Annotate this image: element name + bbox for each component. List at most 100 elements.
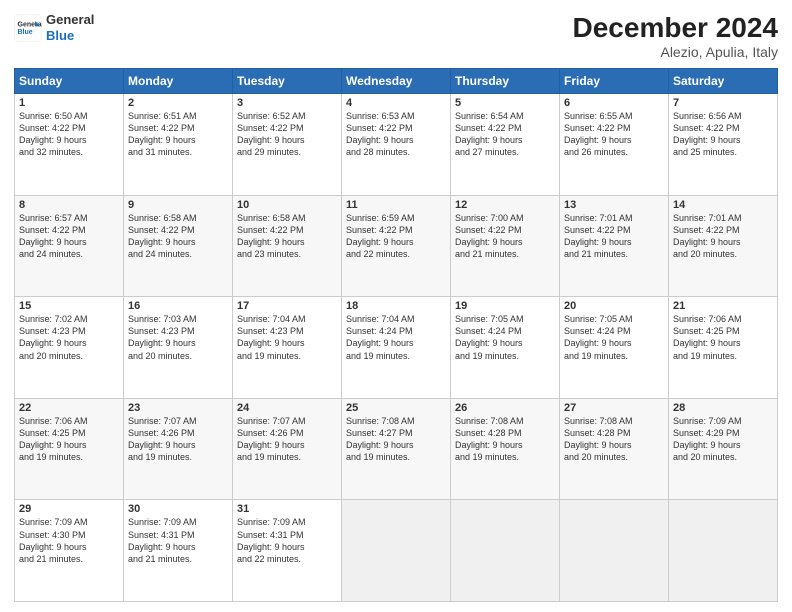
day-info: Sunrise: 7:09 AM Sunset: 4:31 PM Dayligh… [128, 516, 228, 565]
day-info: Sunrise: 7:08 AM Sunset: 4:28 PM Dayligh… [564, 415, 664, 464]
day-info: Sunrise: 7:06 AM Sunset: 4:25 PM Dayligh… [19, 415, 119, 464]
table-row: 9Sunrise: 6:58 AM Sunset: 4:22 PM Daylig… [124, 195, 233, 297]
table-row: 13Sunrise: 7:01 AM Sunset: 4:22 PM Dayli… [560, 195, 669, 297]
table-row: 19Sunrise: 7:05 AM Sunset: 4:24 PM Dayli… [451, 297, 560, 399]
day-info: Sunrise: 6:57 AM Sunset: 4:22 PM Dayligh… [19, 212, 119, 261]
col-monday: Monday [124, 69, 233, 94]
day-info: Sunrise: 7:09 AM Sunset: 4:29 PM Dayligh… [673, 415, 773, 464]
day-number: 2 [128, 97, 228, 109]
day-number: 11 [346, 199, 446, 211]
day-info: Sunrise: 7:06 AM Sunset: 4:25 PM Dayligh… [673, 313, 773, 362]
day-number: 17 [237, 300, 337, 312]
day-number: 30 [128, 503, 228, 515]
table-row: 14Sunrise: 7:01 AM Sunset: 4:22 PM Dayli… [669, 195, 778, 297]
col-wednesday: Wednesday [342, 69, 451, 94]
table-row: 6Sunrise: 6:55 AM Sunset: 4:22 PM Daylig… [560, 94, 669, 196]
day-number: 27 [564, 402, 664, 414]
table-row [560, 500, 669, 602]
day-info: Sunrise: 6:58 AM Sunset: 4:22 PM Dayligh… [128, 212, 228, 261]
table-row: 16Sunrise: 7:03 AM Sunset: 4:23 PM Dayli… [124, 297, 233, 399]
day-number: 25 [346, 402, 446, 414]
logo-general: General [46, 12, 94, 28]
day-number: 9 [128, 199, 228, 211]
table-row: 28Sunrise: 7:09 AM Sunset: 4:29 PM Dayli… [669, 398, 778, 500]
table-row: 26Sunrise: 7:08 AM Sunset: 4:28 PM Dayli… [451, 398, 560, 500]
subtitle: Alezio, Apulia, Italy [573, 44, 778, 60]
day-number: 8 [19, 199, 119, 211]
day-info: Sunrise: 6:58 AM Sunset: 4:22 PM Dayligh… [237, 212, 337, 261]
day-info: Sunrise: 7:04 AM Sunset: 4:24 PM Dayligh… [346, 313, 446, 362]
day-number: 21 [673, 300, 773, 312]
day-info: Sunrise: 7:09 AM Sunset: 4:30 PM Dayligh… [19, 516, 119, 565]
table-row: 22Sunrise: 7:06 AM Sunset: 4:25 PM Dayli… [15, 398, 124, 500]
table-row: 24Sunrise: 7:07 AM Sunset: 4:26 PM Dayli… [233, 398, 342, 500]
table-row: 21Sunrise: 7:06 AM Sunset: 4:25 PM Dayli… [669, 297, 778, 399]
main-title: December 2024 [573, 12, 778, 44]
day-number: 19 [455, 300, 555, 312]
day-info: Sunrise: 6:51 AM Sunset: 4:22 PM Dayligh… [128, 110, 228, 159]
table-row: 3Sunrise: 6:52 AM Sunset: 4:22 PM Daylig… [233, 94, 342, 196]
day-number: 31 [237, 503, 337, 515]
day-info: Sunrise: 7:05 AM Sunset: 4:24 PM Dayligh… [455, 313, 555, 362]
day-number: 7 [673, 97, 773, 109]
table-row: 25Sunrise: 7:08 AM Sunset: 4:27 PM Dayli… [342, 398, 451, 500]
calendar-week-row: 1Sunrise: 6:50 AM Sunset: 4:22 PM Daylig… [15, 94, 778, 196]
day-info: Sunrise: 7:08 AM Sunset: 4:27 PM Dayligh… [346, 415, 446, 464]
table-row [669, 500, 778, 602]
col-sunday: Sunday [15, 69, 124, 94]
table-row: 27Sunrise: 7:08 AM Sunset: 4:28 PM Dayli… [560, 398, 669, 500]
day-info: Sunrise: 6:59 AM Sunset: 4:22 PM Dayligh… [346, 212, 446, 261]
header: General Blue General Blue December 2024 … [14, 12, 778, 60]
calendar-week-row: 22Sunrise: 7:06 AM Sunset: 4:25 PM Dayli… [15, 398, 778, 500]
table-row: 30Sunrise: 7:09 AM Sunset: 4:31 PM Dayli… [124, 500, 233, 602]
day-number: 3 [237, 97, 337, 109]
table-row: 17Sunrise: 7:04 AM Sunset: 4:23 PM Dayli… [233, 297, 342, 399]
table-row: 20Sunrise: 7:05 AM Sunset: 4:24 PM Dayli… [560, 297, 669, 399]
table-row: 23Sunrise: 7:07 AM Sunset: 4:26 PM Dayli… [124, 398, 233, 500]
page: General Blue General Blue December 2024 … [0, 0, 792, 612]
day-number: 26 [455, 402, 555, 414]
day-info: Sunrise: 6:56 AM Sunset: 4:22 PM Dayligh… [673, 110, 773, 159]
day-info: Sunrise: 7:04 AM Sunset: 4:23 PM Dayligh… [237, 313, 337, 362]
day-number: 12 [455, 199, 555, 211]
day-number: 23 [128, 402, 228, 414]
table-row [451, 500, 560, 602]
calendar-week-row: 29Sunrise: 7:09 AM Sunset: 4:30 PM Dayli… [15, 500, 778, 602]
table-row: 5Sunrise: 6:54 AM Sunset: 4:22 PM Daylig… [451, 94, 560, 196]
day-info: Sunrise: 6:53 AM Sunset: 4:22 PM Dayligh… [346, 110, 446, 159]
day-number: 29 [19, 503, 119, 515]
day-number: 24 [237, 402, 337, 414]
table-row: 4Sunrise: 6:53 AM Sunset: 4:22 PM Daylig… [342, 94, 451, 196]
day-number: 5 [455, 97, 555, 109]
table-row: 11Sunrise: 6:59 AM Sunset: 4:22 PM Dayli… [342, 195, 451, 297]
col-thursday: Thursday [451, 69, 560, 94]
day-info: Sunrise: 7:05 AM Sunset: 4:24 PM Dayligh… [564, 313, 664, 362]
table-row: 31Sunrise: 7:09 AM Sunset: 4:31 PM Dayli… [233, 500, 342, 602]
logo-icon: General Blue [14, 14, 42, 42]
calendar-week-row: 15Sunrise: 7:02 AM Sunset: 4:23 PM Dayli… [15, 297, 778, 399]
table-row: 15Sunrise: 7:02 AM Sunset: 4:23 PM Dayli… [15, 297, 124, 399]
day-info: Sunrise: 6:55 AM Sunset: 4:22 PM Dayligh… [564, 110, 664, 159]
day-number: 4 [346, 97, 446, 109]
table-row: 10Sunrise: 6:58 AM Sunset: 4:22 PM Dayli… [233, 195, 342, 297]
table-row: 7Sunrise: 6:56 AM Sunset: 4:22 PM Daylig… [669, 94, 778, 196]
day-info: Sunrise: 7:07 AM Sunset: 4:26 PM Dayligh… [128, 415, 228, 464]
col-tuesday: Tuesday [233, 69, 342, 94]
day-info: Sunrise: 7:08 AM Sunset: 4:28 PM Dayligh… [455, 415, 555, 464]
day-number: 16 [128, 300, 228, 312]
day-info: Sunrise: 7:07 AM Sunset: 4:26 PM Dayligh… [237, 415, 337, 464]
table-row: 8Sunrise: 6:57 AM Sunset: 4:22 PM Daylig… [15, 195, 124, 297]
calendar-header-row: Sunday Monday Tuesday Wednesday Thursday… [15, 69, 778, 94]
table-row: 18Sunrise: 7:04 AM Sunset: 4:24 PM Dayli… [342, 297, 451, 399]
day-number: 18 [346, 300, 446, 312]
table-row: 1Sunrise: 6:50 AM Sunset: 4:22 PM Daylig… [15, 94, 124, 196]
day-number: 6 [564, 97, 664, 109]
col-saturday: Saturday [669, 69, 778, 94]
day-number: 15 [19, 300, 119, 312]
day-number: 28 [673, 402, 773, 414]
day-info: Sunrise: 7:01 AM Sunset: 4:22 PM Dayligh… [564, 212, 664, 261]
day-info: Sunrise: 7:03 AM Sunset: 4:23 PM Dayligh… [128, 313, 228, 362]
table-row: 29Sunrise: 7:09 AM Sunset: 4:30 PM Dayli… [15, 500, 124, 602]
day-info: Sunrise: 7:01 AM Sunset: 4:22 PM Dayligh… [673, 212, 773, 261]
day-info: Sunrise: 7:09 AM Sunset: 4:31 PM Dayligh… [237, 516, 337, 565]
